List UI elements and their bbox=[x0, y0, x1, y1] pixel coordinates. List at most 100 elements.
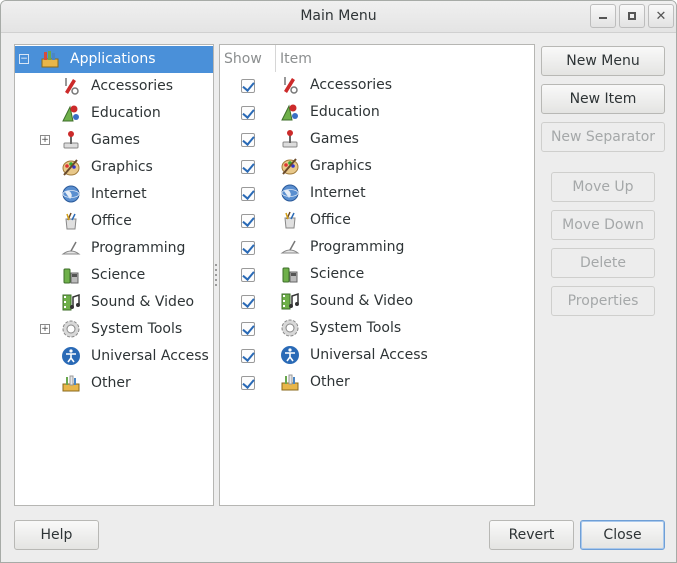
window-title: Main Menu bbox=[300, 8, 377, 24]
education-icon bbox=[60, 102, 82, 124]
list-item-label: Sound & Video bbox=[310, 293, 414, 309]
internet-icon bbox=[279, 182, 301, 204]
games-icon bbox=[279, 128, 301, 150]
list-row[interactable]: Science bbox=[220, 261, 534, 288]
move-up-button[interactable]: Move Up bbox=[551, 172, 655, 202]
tree-item-system-tools[interactable]: + System Tools bbox=[15, 316, 213, 343]
tree-item-label: Programming bbox=[91, 240, 186, 256]
menu-tree[interactable]: − Applications Accessories Education + Games G… bbox=[14, 44, 214, 506]
show-checkbox[interactable] bbox=[241, 106, 255, 120]
science-icon bbox=[60, 264, 82, 286]
list-row[interactable]: Internet bbox=[220, 180, 534, 207]
show-checkbox[interactable] bbox=[241, 133, 255, 147]
help-button[interactable]: Help bbox=[14, 520, 99, 550]
list-row[interactable]: Office bbox=[220, 207, 534, 234]
show-checkbox[interactable] bbox=[241, 349, 255, 363]
office-icon bbox=[279, 209, 301, 231]
tree-item-office[interactable]: Office bbox=[15, 208, 213, 235]
new-separator-button[interactable]: New Separator bbox=[541, 122, 665, 152]
revert-button[interactable]: Revert bbox=[489, 520, 574, 550]
list-item-label: System Tools bbox=[310, 320, 402, 336]
accessories-icon bbox=[279, 74, 301, 96]
list-item-label: Games bbox=[310, 131, 359, 147]
tree-item-accessories[interactable]: Accessories bbox=[15, 73, 213, 100]
list-row[interactable]: Education bbox=[220, 99, 534, 126]
graphics-icon bbox=[279, 155, 301, 177]
tree-item-applications[interactable]: − Applications bbox=[15, 46, 213, 73]
show-checkbox[interactable] bbox=[241, 322, 255, 336]
tree-item-label: Graphics bbox=[91, 159, 153, 175]
main-menu-window: Main Menu ✕ − Applications Accessories Educ… bbox=[0, 0, 677, 563]
show-checkbox[interactable] bbox=[241, 79, 255, 93]
show-checkbox[interactable] bbox=[241, 295, 255, 309]
list-item-label: Education bbox=[310, 104, 380, 120]
title-bar[interactable]: Main Menu ✕ bbox=[1, 1, 676, 33]
tree-item-science[interactable]: Science bbox=[15, 262, 213, 289]
list-row[interactable]: Games bbox=[220, 126, 534, 153]
list-row[interactable]: Programming bbox=[220, 234, 534, 261]
list-row[interactable]: Other bbox=[220, 369, 534, 396]
show-checkbox[interactable] bbox=[241, 160, 255, 174]
item-list[interactable]: Show Item Accessories Education Games Graph… bbox=[219, 44, 535, 506]
tree-item-other[interactable]: Other bbox=[15, 370, 213, 397]
delete-button[interactable]: Delete bbox=[551, 248, 655, 278]
programming-icon bbox=[60, 237, 82, 259]
list-item-label: Office bbox=[310, 212, 351, 228]
maximize-button[interactable] bbox=[619, 4, 645, 28]
new-item-button[interactable]: New Item bbox=[541, 84, 665, 114]
list-row[interactable]: Accessories bbox=[220, 72, 534, 99]
list-item-label: Other bbox=[310, 374, 350, 390]
tree-item-label: Other bbox=[91, 375, 131, 391]
column-header-show[interactable]: Show bbox=[224, 45, 262, 72]
properties-button[interactable]: Properties bbox=[551, 286, 655, 316]
show-checkbox[interactable] bbox=[241, 376, 255, 390]
close-icon: ✕ bbox=[655, 8, 667, 24]
education-icon bbox=[279, 101, 301, 123]
close-button[interactable]: Close bbox=[580, 520, 665, 550]
tree-item-label: Games bbox=[91, 132, 140, 148]
show-checkbox[interactable] bbox=[241, 241, 255, 255]
list-row[interactable]: Sound & Video bbox=[220, 288, 534, 315]
tree-item-programming[interactable]: Programming bbox=[15, 235, 213, 262]
show-checkbox[interactable] bbox=[241, 268, 255, 282]
science-icon bbox=[279, 263, 301, 285]
list-item-label: Internet bbox=[310, 185, 366, 201]
sound-video-icon bbox=[60, 291, 82, 313]
show-checkbox[interactable] bbox=[241, 187, 255, 201]
pane-resize-handle[interactable] bbox=[215, 264, 218, 289]
show-checkbox[interactable] bbox=[241, 214, 255, 228]
collapse-icon[interactable]: − bbox=[19, 54, 29, 64]
minimize-button[interactable] bbox=[590, 4, 616, 28]
column-divider bbox=[275, 45, 276, 72]
move-down-button[interactable]: Move Down bbox=[551, 210, 655, 240]
list-item-label: Science bbox=[310, 266, 365, 282]
system-tools-icon bbox=[60, 318, 82, 340]
column-header-item[interactable]: Item bbox=[280, 45, 312, 72]
close-window-button[interactable]: ✕ bbox=[648, 4, 674, 28]
internet-icon bbox=[60, 183, 82, 205]
tree-item-label: Sound & Video bbox=[91, 294, 195, 310]
tree-item-internet[interactable]: Internet bbox=[15, 181, 213, 208]
tree-item-label: Universal Access bbox=[91, 348, 209, 364]
universal-access-icon bbox=[60, 345, 82, 367]
universal-access-icon bbox=[279, 344, 301, 366]
tree-item-label: Office bbox=[91, 213, 132, 229]
sound-video-icon bbox=[279, 290, 301, 312]
list-row[interactable]: Graphics bbox=[220, 153, 534, 180]
tree-item-label: Applications bbox=[70, 51, 156, 67]
list-row[interactable]: System Tools bbox=[220, 315, 534, 342]
expand-icon[interactable]: + bbox=[40, 324, 50, 334]
tree-item-education[interactable]: Education bbox=[15, 100, 213, 127]
minimize-icon bbox=[599, 17, 607, 19]
tree-item-universal-access[interactable]: Universal Access bbox=[15, 343, 213, 370]
games-icon bbox=[60, 129, 82, 151]
tree-item-label: Accessories bbox=[91, 78, 174, 94]
programming-icon bbox=[279, 236, 301, 258]
tree-item-graphics[interactable]: Graphics bbox=[15, 154, 213, 181]
list-row[interactable]: Universal Access bbox=[220, 342, 534, 369]
expand-icon[interactable]: + bbox=[40, 135, 50, 145]
list-item-label: Accessories bbox=[310, 77, 393, 93]
tree-item-games[interactable]: + Games bbox=[15, 127, 213, 154]
tree-item-sound-video[interactable]: Sound & Video bbox=[15, 289, 213, 316]
new-menu-button[interactable]: New Menu bbox=[541, 46, 665, 76]
